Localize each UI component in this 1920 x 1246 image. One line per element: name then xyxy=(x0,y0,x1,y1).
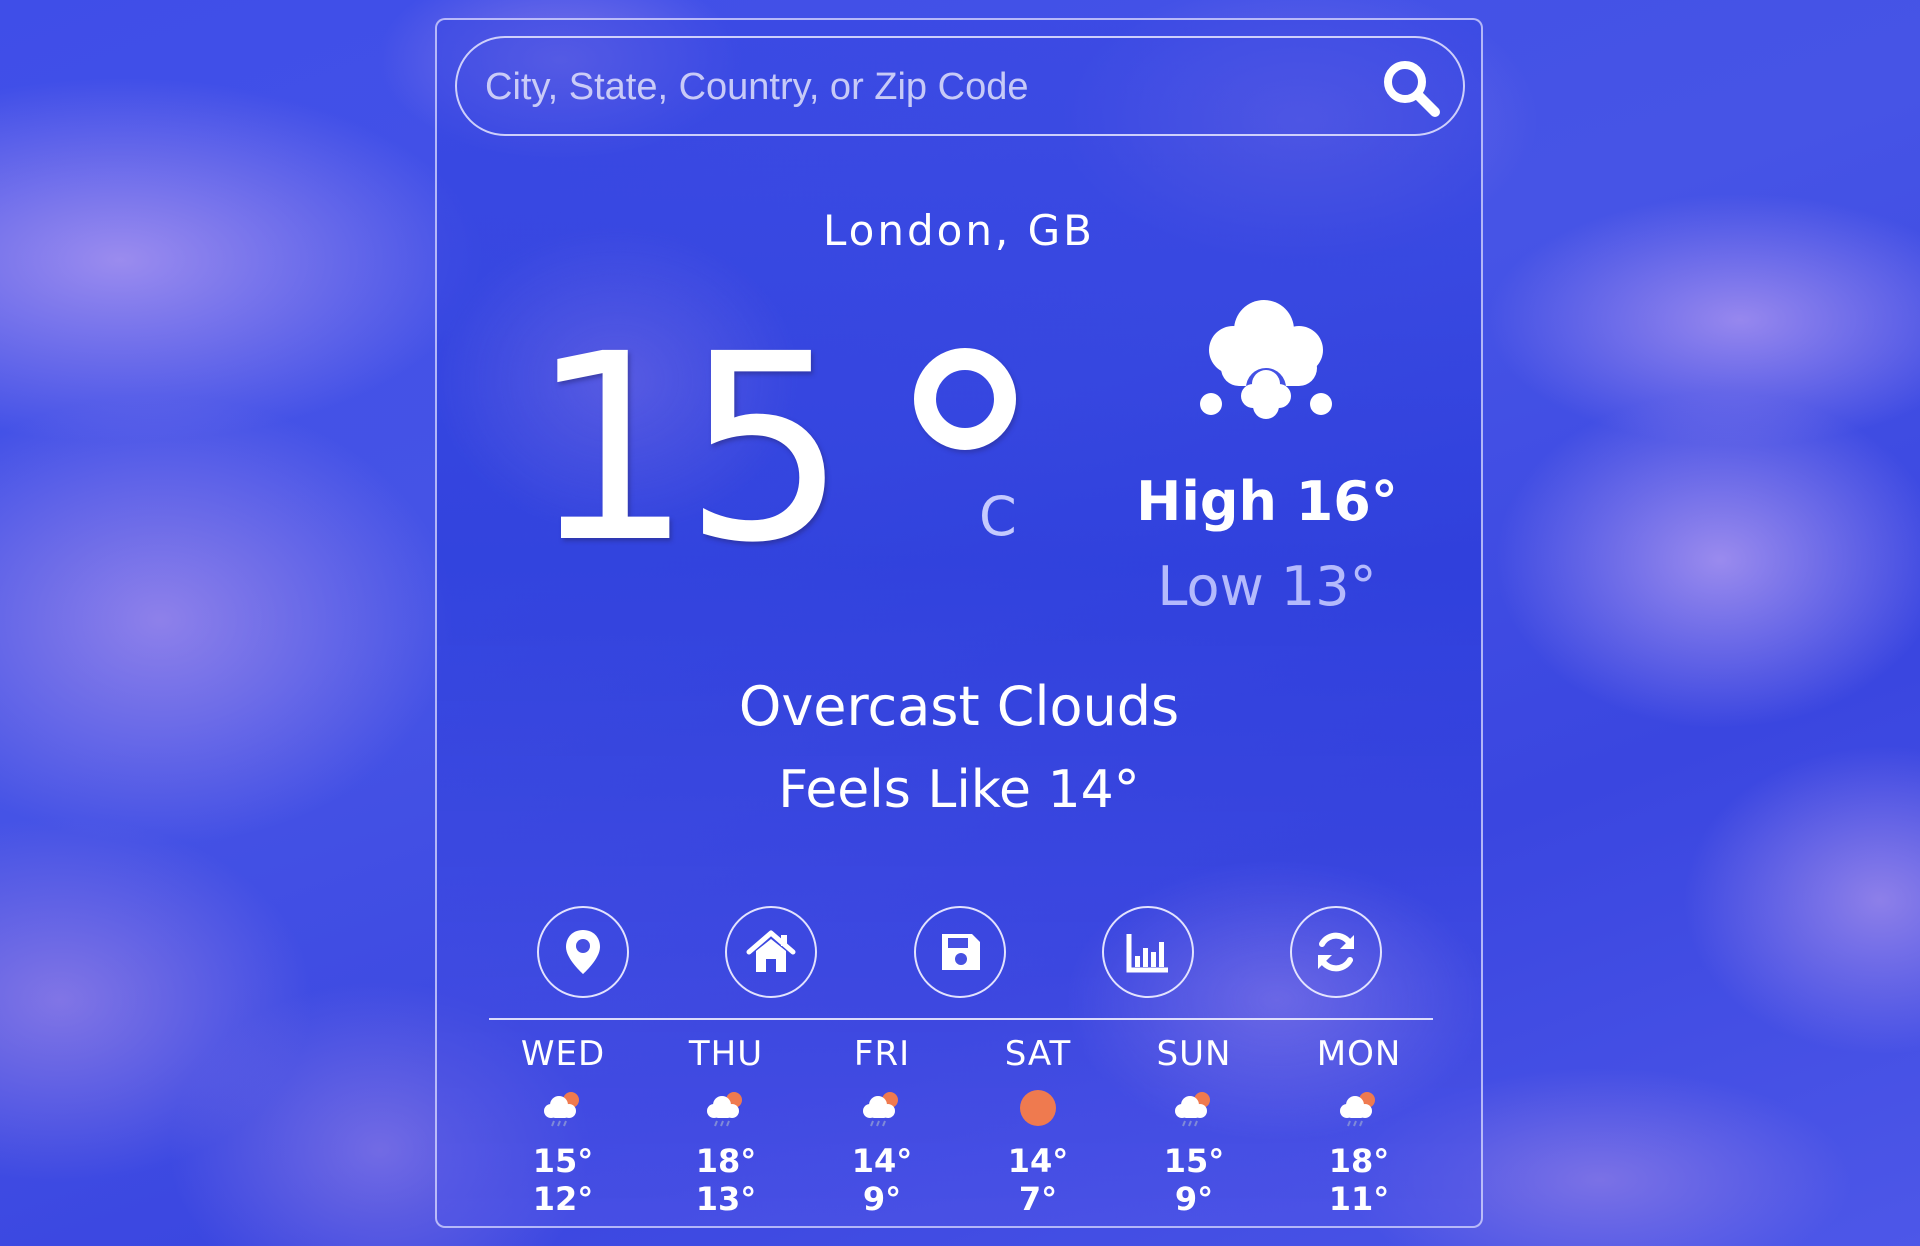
weather-description: Overcast Clouds xyxy=(738,675,1180,738)
save-icon xyxy=(942,934,980,970)
home-icon xyxy=(746,930,796,972)
cloud-rain-sun-icon xyxy=(704,1086,748,1130)
location-title: London, GB xyxy=(822,206,1095,255)
forecast-high: 18° xyxy=(1328,1142,1390,1180)
forecast-day: SUN 15° 9° xyxy=(1124,1032,1264,1218)
forecast-high: 15° xyxy=(532,1142,594,1180)
forecast-low: 7° xyxy=(1018,1180,1058,1218)
forecast-day-name: FRI xyxy=(853,1034,911,1074)
feels-like: Feels Like 14° xyxy=(778,760,1140,820)
chart-button[interactable] xyxy=(1102,906,1194,998)
home-button[interactable] xyxy=(725,906,817,998)
high-temperature: High 16° xyxy=(1136,470,1398,533)
search-button[interactable] xyxy=(1379,56,1443,120)
sun-icon xyxy=(1016,1086,1060,1130)
forecast-low: 9° xyxy=(862,1180,902,1218)
forecast-day: MON 18° 11° xyxy=(1289,1032,1429,1218)
save-button[interactable] xyxy=(914,906,1006,998)
refresh-icon xyxy=(1318,932,1354,972)
forecast-high: 15° xyxy=(1163,1142,1225,1180)
overcast-clouds-icon xyxy=(1191,288,1341,448)
cloud-rain-sun-icon xyxy=(1172,1086,1216,1130)
location-button[interactable] xyxy=(537,906,629,998)
forecast-low: 9° xyxy=(1174,1180,1214,1218)
action-bar xyxy=(437,906,1481,1006)
location-pin-icon xyxy=(566,930,600,974)
search-icon xyxy=(1384,61,1440,117)
search-bar xyxy=(455,36,1465,136)
forecast-high: 14° xyxy=(1007,1142,1069,1180)
forecast-low: 13° xyxy=(695,1180,757,1218)
forecast-day-name: SUN xyxy=(1156,1034,1232,1074)
low-temperature: Low 13° xyxy=(1157,555,1377,618)
degree-symbol xyxy=(914,348,1016,450)
chart-icon xyxy=(1126,934,1168,973)
refresh-button[interactable] xyxy=(1290,906,1382,998)
forecast-low: 12° xyxy=(532,1180,594,1218)
current-temperature: 15 C xyxy=(529,299,1017,600)
forecast-day: SAT 14° 7° xyxy=(968,1032,1108,1218)
forecast-low: 11° xyxy=(1328,1180,1390,1218)
temperature-value: 15 xyxy=(529,299,847,599)
cloud-rain-sun-icon xyxy=(860,1086,904,1130)
forecast-day: THU 18° 13° xyxy=(656,1032,796,1218)
forecast-day-name: THU xyxy=(688,1034,764,1074)
forecast-day: WED 15° 12° xyxy=(493,1032,633,1218)
divider xyxy=(489,1018,1433,1020)
cloud-rain-sun-icon xyxy=(541,1086,585,1130)
search-input[interactable] xyxy=(483,56,1347,118)
forecast-day-name: WED xyxy=(520,1034,606,1074)
forecast-day-name: SAT xyxy=(1004,1034,1072,1074)
forecast-high: 18° xyxy=(695,1142,757,1180)
weather-card: London, GB 15 C H xyxy=(435,18,1483,1228)
temperature-unit: C xyxy=(979,485,1017,548)
forecast-high: 14° xyxy=(851,1142,913,1180)
forecast-day: FRI 14° 9° xyxy=(812,1032,952,1218)
cloud-rain-sun-icon xyxy=(1337,1086,1381,1130)
forecast-list: WED 15° 12° THU 18° 13° FRI 14° 9° SAT 1… xyxy=(437,1032,1481,1222)
forecast-day-name: MON xyxy=(1316,1034,1402,1074)
